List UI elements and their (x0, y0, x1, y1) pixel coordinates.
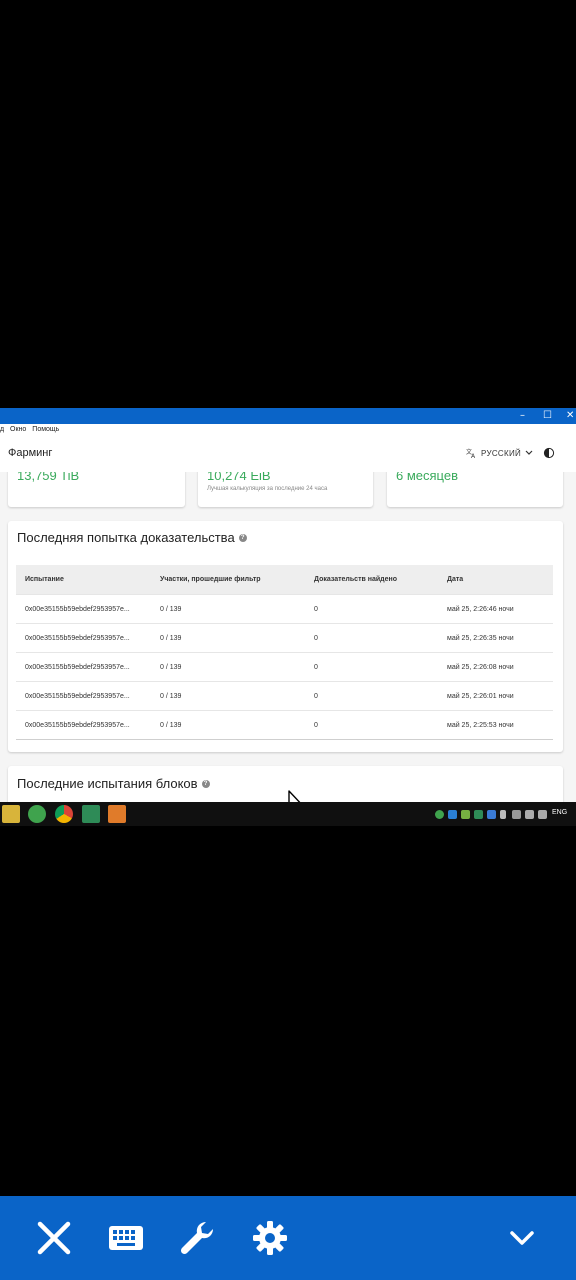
chevron-down-icon (525, 450, 533, 455)
date-cell: май 25, 2:26:46 ночи (438, 594, 553, 624)
utorrent-icon[interactable] (28, 805, 46, 823)
section-title: Последняя попытка доказательства ? (17, 530, 247, 545)
plots-passed-cell: 0 / 139 (151, 710, 305, 740)
proofs-found-cell: 0 (305, 710, 438, 740)
remote-control-toolbar (0, 1196, 576, 1280)
column-header: Участки, прошедшие фильтр (151, 565, 305, 595)
page-title: Фарминг (8, 447, 53, 459)
column-header: Доказательств найдено (305, 565, 438, 595)
latest-proofs-card: Последняя попытка доказательства ? Испыт… (8, 521, 563, 752)
tray-chia-icon[interactable] (474, 810, 483, 819)
plots-passed-cell: 0 / 139 (151, 594, 305, 624)
language-selector[interactable]: 文 A РУССКИЙ (466, 448, 533, 458)
proofs-table: Испытание Участки, прошедшие фильтр Дока… (16, 565, 553, 740)
stat-subtitle: Лучшая калькуляция за последние 24 часа (207, 486, 328, 492)
stat-value: 13,759 TiB (17, 472, 80, 483)
proofs-found-cell: 0 (305, 681, 438, 711)
stat-card-time-to-win: 6 месяцев (387, 472, 563, 507)
help-icon[interactable]: ? (201, 779, 210, 788)
gear-icon[interactable] (248, 1216, 292, 1260)
input-language-indicator[interactable]: ENG (552, 809, 567, 816)
challenge-cell: 0x00e35155b59ebdef2953957e... (16, 623, 151, 653)
window-titlebar: – ☐ ✕ (0, 408, 576, 424)
challenge-cell: 0x00e35155b59ebdef2953957e... (16, 710, 151, 740)
challenge-cell: 0x00e35155b59ebdef2953957e... (16, 652, 151, 682)
table-row: 0x00e35155b59ebdef2953957e... 0 / 139 0 … (16, 594, 553, 624)
column-header: Испытание (16, 565, 151, 595)
stat-card-plot-size: 13,759 TiB (8, 472, 185, 507)
table-row: 0x00e35155b59ebdef2953957e... 0 / 139 0 … (16, 652, 553, 682)
language-label: РУССКИЙ (481, 448, 522, 458)
close-window-button[interactable]: ✕ (566, 409, 574, 423)
close-icon[interactable] (32, 1216, 76, 1260)
windows-taskbar: ENG (0, 802, 576, 826)
date-cell: май 25, 2:25:53 ночи (438, 710, 553, 740)
teamviewer-icon[interactable] (108, 805, 126, 823)
column-header: Дата (438, 565, 553, 595)
translate-icon: 文 A (466, 448, 476, 458)
plots-passed-cell: 0 / 139 (151, 681, 305, 711)
stat-card-netspace: 10,274 EiB Лучшая калькуляция за последн… (198, 472, 373, 507)
svg-text:A: A (471, 453, 476, 458)
chia-app-icon[interactable] (82, 805, 100, 823)
menu-bar: д Окно Помощь (0, 424, 576, 436)
tray-network-icon[interactable] (512, 810, 521, 819)
stat-value: 6 месяцев (396, 472, 458, 483)
plots-passed-cell: 0 / 139 (151, 623, 305, 653)
help-icon[interactable]: ? (238, 533, 247, 542)
tray-volume-icon[interactable] (538, 810, 547, 819)
table-row: 0x00e35155b59ebdef2953957e... 0 / 139 0 … (16, 710, 553, 740)
date-cell: май 25, 2:26:08 ночи (438, 652, 553, 682)
maximize-button[interactable]: ☐ (543, 409, 552, 423)
menu-item-help[interactable]: Помощь (32, 426, 59, 433)
stat-value: 10,274 EiB (207, 472, 271, 483)
chevron-down-icon[interactable] (500, 1216, 544, 1260)
tray-utorrent-icon[interactable] (435, 810, 444, 819)
keyboard-icon[interactable] (104, 1216, 148, 1260)
tray-bluetooth-icon[interactable] (487, 810, 496, 819)
plots-passed-cell: 0 / 139 (151, 652, 305, 682)
app-header: Фарминг 文 A РУССКИЙ (0, 436, 576, 473)
table-row: 0x00e35155b59ebdef2953957e... 0 / 139 0 … (16, 623, 553, 653)
chrome-icon[interactable] (55, 805, 73, 823)
date-cell: май 25, 2:26:01 ночи (438, 681, 553, 711)
mouse-cursor-icon (288, 790, 301, 802)
tray-wifi-icon[interactable] (525, 810, 534, 819)
challenge-cell: 0x00e35155b59ebdef2953957e... (16, 681, 151, 711)
latest-block-challenges-card: Последние испытания блоков ? (8, 766, 563, 802)
table-row: 0x00e35155b59ebdef2953957e... 0 / 139 0 … (16, 681, 553, 711)
section-title-text: Последние испытания блоков (17, 776, 198, 791)
wrench-icon[interactable] (176, 1216, 220, 1260)
tray-battery-icon[interactable] (500, 810, 506, 819)
file-explorer-icon[interactable] (2, 805, 20, 823)
proofs-found-cell: 0 (305, 652, 438, 682)
date-cell: май 25, 2:26:35 ночи (438, 623, 553, 653)
menu-item-view[interactable]: д (0, 426, 4, 433)
proofs-found-cell: 0 (305, 594, 438, 624)
tray-app-icon[interactable] (448, 810, 457, 819)
section-title-text: Последняя попытка доказательства (17, 530, 235, 545)
main-content: 13,759 TiB 10,274 EiB Лучшая калькуляция… (0, 472, 576, 802)
proofs-found-cell: 0 (305, 623, 438, 653)
minimize-button[interactable]: – (520, 409, 525, 423)
section-title: Последние испытания блоков ? (17, 776, 210, 791)
tray-nvidia-icon[interactable] (461, 810, 470, 819)
challenge-cell: 0x00e35155b59ebdef2953957e... (16, 594, 151, 624)
remote-desktop-screen: – ☐ ✕ д Окно Помощь Фарминг 文 A РУССКИЙ … (0, 408, 576, 826)
theme-toggle-icon[interactable] (543, 447, 555, 459)
menu-item-window[interactable]: Окно (10, 426, 26, 433)
